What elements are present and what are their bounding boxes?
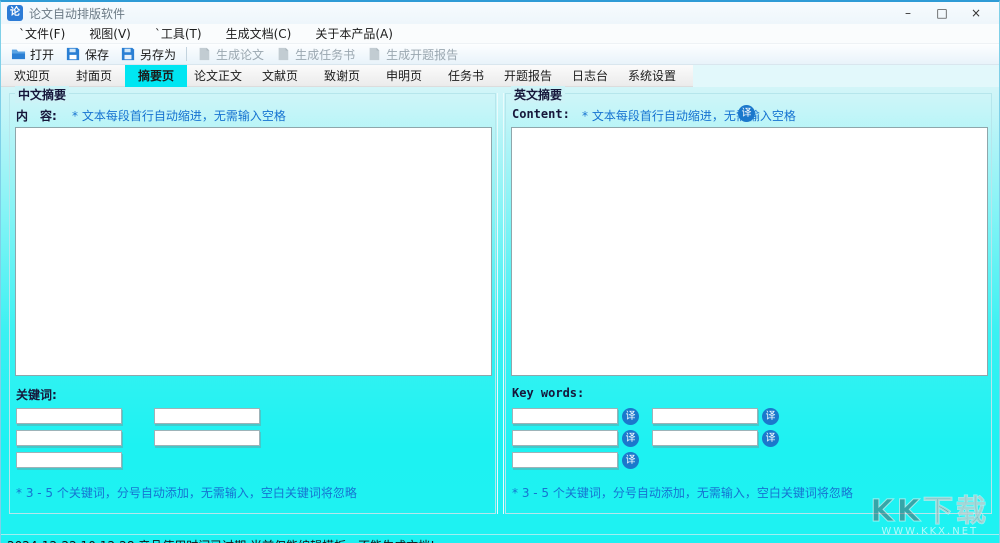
menu-generate-doc[interactable]: 生成文档(C) (214, 24, 304, 44)
tab-task[interactable]: 任务书 (435, 65, 497, 87)
content-label-en: Content: (512, 107, 570, 121)
chinese-abstract-group: 中文摘要 内 容: * 文本每段首行自动缩进，无需输入空格 关键词: * 3 -… (9, 86, 496, 514)
save-icon (66, 47, 81, 61)
save-as-label: 另存为 (140, 47, 177, 62)
panel-splitter[interactable] (497, 93, 504, 514)
tab-welcome[interactable]: 欢迎页 (1, 65, 63, 87)
generate-proposal-button[interactable]: 生成开题报告 (361, 44, 464, 64)
tab-log[interactable]: 日志台 (559, 65, 621, 87)
generate-task-icon (276, 47, 291, 61)
menu-tools[interactable]: `工具(T) (143, 24, 214, 44)
tab-proposal[interactable]: 开题报告 (497, 65, 559, 87)
tab-references[interactable]: 文献页 (249, 65, 311, 87)
keyword-input-en-1[interactable] (512, 408, 618, 424)
menu-bar: `文件(F) 视图(V) `工具(T) 生成文档(C) 关于本产品(A) (1, 24, 999, 44)
keyword-input-cn-1[interactable] (16, 408, 122, 424)
save-as-icon (121, 47, 136, 61)
maximize-button[interactable]: □ (925, 2, 959, 24)
toolbar-separator (186, 47, 188, 61)
tab-settings[interactable]: 系统设置 (621, 65, 683, 87)
watermark-text: KK下载 (870, 494, 989, 530)
english-abstract-textarea[interactable] (511, 127, 988, 376)
save-as-button[interactable]: 另存为 (115, 44, 182, 64)
keyword-input-cn-3[interactable] (16, 430, 122, 446)
keyword-input-en-5[interactable] (512, 452, 618, 468)
close-button[interactable]: × (959, 2, 993, 24)
toolbar: 打开 保存 另存为 生成论文 生成任务书 生成开题报告 (1, 44, 999, 65)
tab-body[interactable]: 论文正文 (187, 65, 249, 87)
content-hint-en: * 文本每段首行自动缩进，无需输入空格 (582, 109, 796, 123)
generate-paper-label: 生成论文 (216, 47, 265, 62)
generate-paper-icon (197, 47, 212, 61)
menu-file[interactable]: `文件(F) (7, 24, 77, 44)
keywords-note-cn: * 3 - 5 个关键词，分号自动添加，无需输入，空白关键词将忽略 (16, 486, 357, 500)
translate-keyword-button-3[interactable]: 译 (622, 430, 639, 447)
title-bar: 论 论文自动排版软件 – □ × (1, 2, 999, 24)
generate-task-label: 生成任务书 (295, 47, 356, 62)
tab-strip: 欢迎页 封面页 摘要页 论文正文 文献页 致谢页 申明页 任务书 开题报告 日志… (1, 65, 693, 87)
translate-content-button[interactable]: 译 (738, 105, 755, 122)
tab-cover[interactable]: 封面页 (63, 65, 125, 87)
status-bar: 2024-12-22 10:12:28 产品使用时间已过期,当前仅能编辑模板，不… (1, 534, 999, 543)
keywords-label-en: Key words: (512, 386, 585, 400)
translate-keyword-button-1[interactable]: 译 (622, 408, 639, 425)
tab-abstract[interactable]: 摘要页 (125, 65, 187, 87)
window-controls: – □ × (891, 2, 993, 24)
content-label-cn: 内 容: (16, 109, 57, 123)
app-window: 论 论文自动排版软件 – □ × `文件(F) 视图(V) `工具(T) 生成文… (0, 0, 1000, 543)
open-button[interactable]: 打开 (5, 44, 60, 64)
tab-declaration[interactable]: 申明页 (373, 65, 435, 87)
generate-paper-button[interactable]: 生成论文 (191, 44, 270, 64)
save-label: 保存 (85, 47, 110, 62)
keywords-note-en: * 3 - 5 个关键词，分号自动添加，无需输入，空白关键词将忽略 (512, 486, 853, 500)
translate-keyword-button-4[interactable]: 译 (762, 430, 779, 447)
chinese-abstract-textarea[interactable] (15, 127, 492, 376)
tab-acknowledgement[interactable]: 致谢页 (311, 65, 373, 87)
translate-keyword-button-5[interactable]: 译 (622, 452, 639, 469)
watermark: KK下载 WWW.KKX.NET (870, 486, 990, 538)
english-abstract-group: 英文摘要 Content: * 文本每段首行自动缩进，无需输入空格 译 Key … (505, 86, 992, 537)
status-message-line1: 2024-12-22 10:12:28 产品使用时间已过期,当前仅能编辑模板，不… (7, 537, 435, 543)
content-hint-cn: * 文本每段首行自动缩进，无需输入空格 (72, 109, 286, 123)
keyword-input-cn-5[interactable] (16, 452, 122, 468)
generate-proposal-label: 生成开题报告 (386, 47, 459, 62)
minimize-button[interactable]: – (891, 2, 925, 24)
menu-view[interactable]: 视图(V) (77, 24, 143, 44)
tab-bar: 欢迎页 封面页 摘要页 论文正文 文献页 致谢页 申明页 任务书 开题报告 日志… (1, 65, 999, 87)
menu-about[interactable]: 关于本产品(A) (303, 24, 405, 44)
keywords-label-cn: 关键词: (16, 388, 57, 402)
folder-open-icon (11, 47, 26, 61)
keyword-input-cn-4[interactable] (154, 430, 260, 446)
app-icon: 论 (7, 5, 23, 21)
content-area: 中文摘要 内 容: * 文本每段首行自动缩进，无需输入空格 关键词: * 3 -… (1, 86, 999, 537)
keyword-input-cn-2[interactable] (154, 408, 260, 424)
generate-task-button[interactable]: 生成任务书 (270, 44, 361, 64)
open-label: 打开 (30, 47, 55, 62)
window-title: 论文自动排版软件 (29, 6, 126, 21)
translate-keyword-button-2[interactable]: 译 (762, 408, 779, 425)
keyword-input-en-2[interactable] (652, 408, 758, 424)
english-abstract-group-title: 英文摘要 (511, 86, 566, 103)
keyword-input-en-4[interactable] (652, 430, 758, 446)
generate-proposal-icon (367, 47, 382, 61)
save-button[interactable]: 保存 (60, 44, 115, 64)
keyword-input-en-3[interactable] (512, 430, 618, 446)
chinese-abstract-group-title: 中文摘要 (15, 86, 70, 103)
